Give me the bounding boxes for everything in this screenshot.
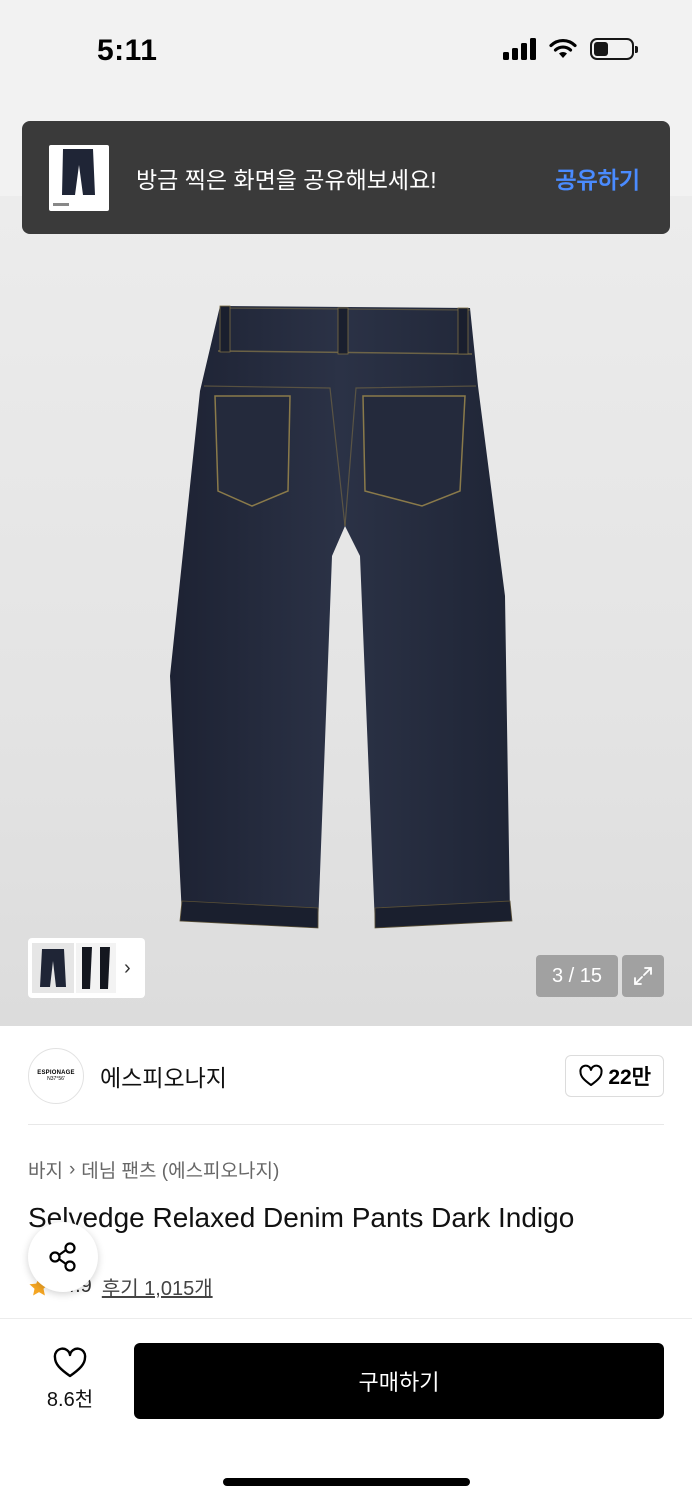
share-screenshot-toast: 방금 찍은 화면을 공유해보세요! 공유하기 bbox=[22, 121, 670, 234]
chevron-right-icon[interactable]: › bbox=[124, 957, 131, 980]
product-title: Selvedge Relaxed Denim Pants Dark Indigo bbox=[28, 1202, 575, 1233]
breadcrumb-subcategory[interactable]: 데님 팬츠 (에스피오나지) bbox=[81, 1156, 279, 1183]
cellular-signal-icon bbox=[503, 38, 536, 60]
expand-button[interactable] bbox=[622, 955, 664, 997]
wishlist-count: 8.6천 bbox=[46, 1389, 94, 1411]
brand-name[interactable]: 에스피오나지 bbox=[100, 1059, 565, 1093]
divider bbox=[28, 1124, 664, 1125]
status-icons bbox=[503, 38, 638, 60]
home-indicator bbox=[223, 1478, 470, 1486]
buy-button[interactable]: 구매하기 bbox=[134, 1343, 664, 1419]
product-image bbox=[170, 305, 513, 929]
brand-logo[interactable]: ESPIONAGE N37°56' bbox=[28, 1048, 84, 1104]
chevron-right-icon: › bbox=[68, 1158, 76, 1180]
toast-share-button[interactable]: 공유하기 bbox=[555, 161, 640, 195]
brand-row[interactable]: ESPIONAGE N37°56' 에스피오나지 22만 bbox=[28, 1046, 664, 1106]
brand-like-button[interactable]: 22만 bbox=[565, 1055, 664, 1097]
review-count-link[interactable]: 후기 1,015개 bbox=[102, 1272, 213, 1301]
wishlist-button[interactable]: 8.6천 bbox=[40, 1347, 100, 1412]
battery-icon bbox=[590, 38, 638, 60]
toast-message: 방금 찍은 화면을 공유해보세요! bbox=[136, 166, 437, 193]
bottom-action-bar: 8.6천 구매하기 bbox=[0, 1318, 692, 1500]
thumbnail-strip[interactable]: › bbox=[28, 938, 145, 998]
thumbnail-image[interactable] bbox=[32, 943, 74, 993]
share-icon bbox=[49, 1242, 76, 1272]
heart-icon bbox=[579, 1064, 603, 1086]
thumbnail-image[interactable] bbox=[76, 943, 116, 993]
breadcrumb: 바지 › 데님 팬츠 (에스피오나지) bbox=[28, 1156, 279, 1183]
heart-icon bbox=[53, 1347, 87, 1378]
brand-like-count: 22만 bbox=[608, 1066, 651, 1089]
image-counter: 3 / 15 bbox=[536, 955, 618, 997]
product-image-gallery[interactable] bbox=[0, 196, 692, 1026]
screenshot-thumbnail bbox=[49, 144, 109, 211]
share-button[interactable] bbox=[28, 1222, 98, 1292]
breadcrumb-category[interactable]: 바지 bbox=[28, 1156, 63, 1183]
expand-icon bbox=[634, 967, 652, 985]
wifi-icon bbox=[549, 38, 577, 58]
status-time: 5:11 bbox=[97, 34, 158, 67]
